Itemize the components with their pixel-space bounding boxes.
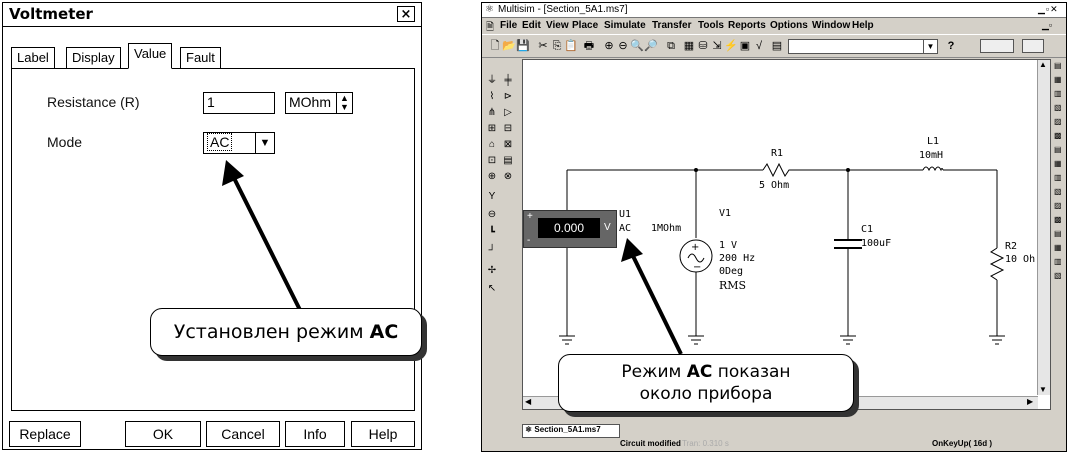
callout-line1-bold: AC xyxy=(686,362,713,382)
callout-bold-mode: AC xyxy=(369,321,399,343)
mode-set-callout: Установлен режим AC xyxy=(150,308,422,356)
tab-value[interactable]: Value xyxy=(128,43,173,69)
callout-text: Установлен режим xyxy=(173,321,370,343)
callout-line1-prefix: Режим xyxy=(621,362,687,382)
callout-line1-suffix: показан xyxy=(712,362,791,382)
callout-line1: Режим AC показан xyxy=(559,361,853,383)
mode-shown-callout: Режим AC показан около прибора xyxy=(558,354,854,412)
mode-pointer-arrow xyxy=(222,160,302,311)
callout-line2: около прибора xyxy=(639,384,773,404)
